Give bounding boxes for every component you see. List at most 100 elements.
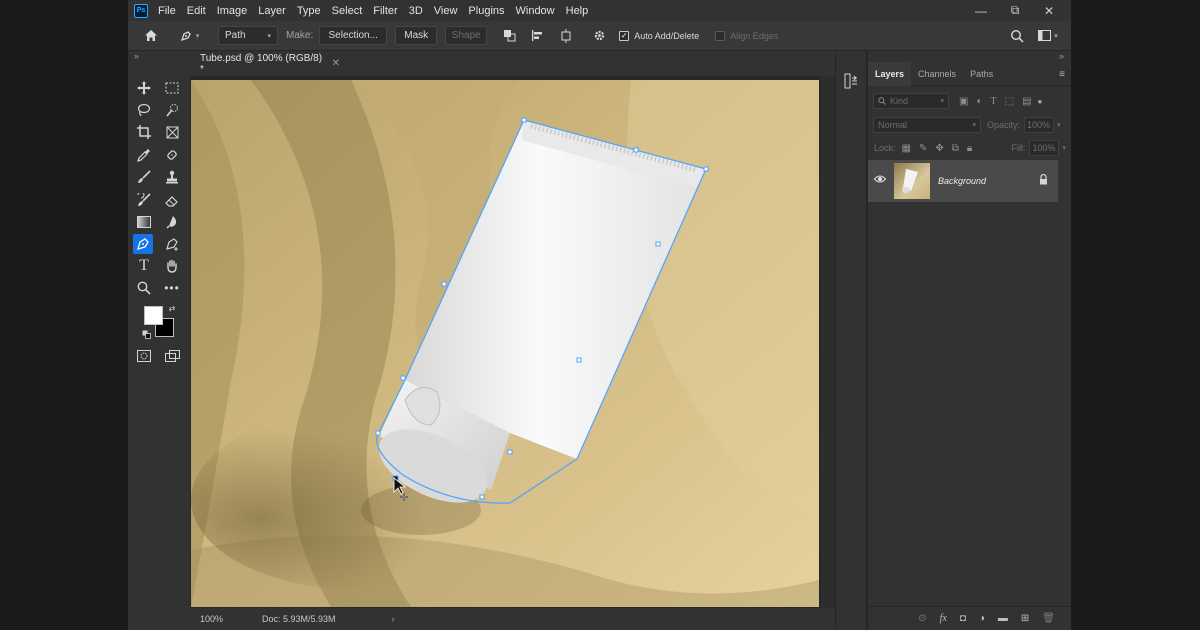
- eyedropper-icon: [137, 149, 150, 162]
- settings-button[interactable]: [589, 26, 609, 45]
- tab-layers[interactable]: Layers: [868, 61, 912, 86]
- add-anchor-point-tool[interactable]: [162, 234, 182, 254]
- brush-tool[interactable]: [134, 167, 154, 187]
- visibility-eye-icon[interactable]: [873, 174, 887, 187]
- menu-view[interactable]: View: [434, 5, 458, 17]
- lock-artboard-icon[interactable]: ⧉: [952, 143, 959, 154]
- new-group-folder-icon[interactable]: ▬: [998, 613, 1008, 624]
- chevron-down-icon[interactable]: ▾: [1057, 121, 1061, 129]
- close-button[interactable]: ✕: [1032, 0, 1066, 21]
- filter-shape-icon[interactable]: ⬚: [1005, 96, 1014, 107]
- adjustment-layer-icon[interactable]: ◑: [979, 613, 985, 624]
- make-shape-button[interactable]: Shape: [445, 26, 488, 45]
- filter-toggle-icon[interactable]: ●: [1038, 97, 1043, 106]
- type-tool[interactable]: T: [134, 256, 154, 276]
- make-selection-button[interactable]: Selection...: [319, 26, 388, 45]
- chevron-down-icon: ▾: [1054, 32, 1058, 40]
- filter-type-icon[interactable]: T: [991, 96, 997, 107]
- menu-layer[interactable]: Layer: [258, 5, 286, 17]
- hand-tool[interactable]: [162, 256, 182, 276]
- filter-pixel-icon[interactable]: ▣: [959, 96, 968, 107]
- panel-menu-icon[interactable]: ≡: [1059, 69, 1065, 80]
- gradient-tool[interactable]: [134, 212, 154, 232]
- chevron-down-icon[interactable]: ▾: [1062, 144, 1066, 152]
- move-tool[interactable]: [134, 78, 154, 98]
- path-operations-button[interactable]: [499, 26, 519, 45]
- menu-plugins[interactable]: Plugins: [468, 5, 504, 17]
- blend-mode-select[interactable]: Normal ▾: [873, 117, 981, 133]
- edit-toolbar-button[interactable]: •••: [162, 278, 182, 298]
- stamp-icon: [166, 170, 178, 184]
- lasso-tool[interactable]: [134, 100, 154, 120]
- lock-all-icon[interactable]: 🔒︎: [967, 143, 972, 154]
- zoom-tool[interactable]: [134, 278, 154, 298]
- close-tab-icon[interactable]: ✕: [332, 58, 340, 69]
- layer-style-fx-icon[interactable]: fx: [940, 613, 947, 624]
- blur-tool[interactable]: [162, 212, 182, 232]
- pen-tool[interactable]: [133, 234, 153, 254]
- trash-icon[interactable]: 🗑︎: [1042, 613, 1055, 624]
- minimize-button[interactable]: —: [964, 0, 998, 21]
- frame-tool[interactable]: [162, 122, 182, 142]
- home-button[interactable]: [140, 26, 162, 45]
- crop-tool[interactable]: [134, 122, 154, 142]
- menu-image[interactable]: Image: [217, 5, 248, 17]
- lock-position-icon[interactable]: ✥: [935, 143, 943, 154]
- menu-edit[interactable]: Edit: [187, 5, 206, 17]
- fill-value: 100%: [1032, 143, 1056, 153]
- layer-row-background[interactable]: Background: [868, 160, 1058, 202]
- canvas-scrollbar[interactable]: [821, 76, 835, 608]
- quick-mask-button[interactable]: [134, 346, 154, 366]
- add-mask-icon[interactable]: ◘: [960, 613, 966, 624]
- restore-button[interactable]: ⧉: [998, 0, 1032, 21]
- menu-window[interactable]: Window: [516, 5, 555, 17]
- menu-help[interactable]: Help: [566, 5, 589, 17]
- default-colors-button[interactable]: [140, 328, 152, 340]
- filter-adjustment-icon[interactable]: ◐: [976, 96, 982, 107]
- link-layers-icon[interactable]: ⊝: [918, 613, 926, 624]
- path-alignment-button[interactable]: [527, 26, 547, 45]
- image-canvas[interactable]: [191, 80, 819, 607]
- layer-filter-kind-select[interactable]: Kind ▾: [873, 93, 949, 109]
- opacity-input[interactable]: 100%: [1024, 117, 1055, 133]
- menu-filter[interactable]: Filter: [373, 5, 397, 17]
- status-menu-chevron-icon[interactable]: ›: [392, 614, 395, 624]
- foreground-color-swatch[interactable]: [144, 306, 163, 325]
- fill-input[interactable]: 100%: [1029, 140, 1060, 156]
- swap-colors-button[interactable]: ⇄: [166, 302, 178, 314]
- history-brush-tool[interactable]: [134, 190, 154, 210]
- screen-mode-button[interactable]: [162, 346, 182, 366]
- path-arrangement-button[interactable]: [555, 26, 577, 45]
- clone-stamp-tool[interactable]: [162, 167, 182, 187]
- filter-smart-object-icon[interactable]: ▤: [1022, 96, 1031, 107]
- menu-file[interactable]: File: [158, 5, 176, 17]
- new-layer-icon[interactable]: ⊞: [1021, 613, 1029, 624]
- brush-icon: [138, 170, 151, 183]
- collapse-toolbar-icon[interactable]: »: [134, 51, 139, 62]
- workspace-switcher[interactable]: ▾: [1034, 26, 1062, 45]
- tab-paths[interactable]: Paths: [963, 62, 1000, 86]
- auto-add-delete-toggle[interactable]: ✓ Auto Add/Delete: [619, 26, 699, 45]
- menu-select[interactable]: Select: [332, 5, 363, 17]
- tab-channels[interactable]: Channels: [911, 62, 963, 86]
- menu-type[interactable]: Type: [297, 5, 321, 17]
- zoom-level[interactable]: 100%: [200, 614, 240, 624]
- collapse-panels-icon[interactable]: »: [1059, 51, 1064, 62]
- quick-selection-tool[interactable]: [162, 100, 182, 120]
- align-edges-toggle[interactable]: Align Edges: [715, 26, 778, 45]
- eyedropper-tool[interactable]: [134, 145, 154, 165]
- tool-preset-picker[interactable]: ▾: [174, 26, 204, 45]
- history-panel-button[interactable]: [844, 73, 858, 92]
- eraser-tool[interactable]: [162, 190, 182, 210]
- make-mask-button[interactable]: Mask: [395, 26, 438, 45]
- lock-pixels-icon[interactable]: ✎: [919, 143, 927, 154]
- marquee-tool[interactable]: [162, 78, 182, 98]
- pen-add-icon: [166, 238, 178, 251]
- search-button[interactable]: [1008, 26, 1026, 45]
- lock-transparency-icon[interactable]: ▦: [902, 143, 911, 154]
- menu-3d[interactable]: 3D: [409, 5, 423, 17]
- healing-brush-tool[interactable]: [162, 145, 182, 165]
- rectangle-marquee-icon: [165, 82, 179, 94]
- document-tab[interactable]: Tube.psd @ 100% (RGB/8) * ✕: [190, 51, 340, 76]
- pick-tool-mode-select[interactable]: Path ▾: [218, 26, 278, 45]
